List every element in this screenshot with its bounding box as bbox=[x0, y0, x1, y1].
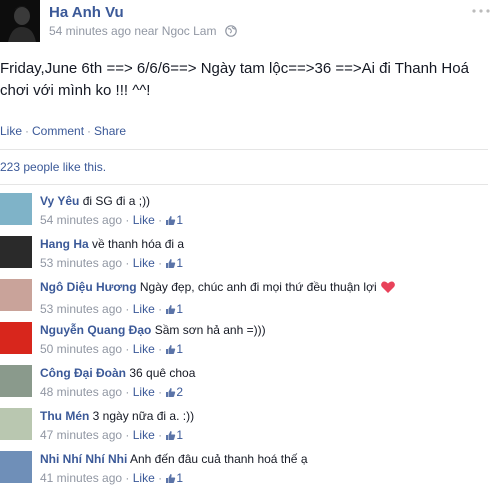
comment-meta: 50 minutes ago · Like · 1 bbox=[40, 340, 266, 361]
thumbs-up-icon bbox=[165, 213, 176, 232]
comment-link[interactable]: Comment bbox=[32, 124, 84, 138]
comment-meta: 53 minutes ago · Like · 1 bbox=[40, 254, 184, 275]
commenter-avatar[interactable] bbox=[0, 279, 32, 311]
commenter-name[interactable]: Ngô Diệu Hương bbox=[40, 280, 137, 294]
comment-like-link[interactable]: Like bbox=[133, 302, 155, 316]
thumbs-up-icon bbox=[165, 342, 176, 361]
comment-text: 3 ngày nữa đi a. :)) bbox=[92, 409, 195, 423]
comment-like-count[interactable]: 2 bbox=[176, 385, 183, 399]
commenter-name[interactable]: Hang Ha bbox=[40, 237, 89, 251]
comment-like-link[interactable]: Like bbox=[133, 342, 155, 356]
separator: · bbox=[87, 124, 92, 138]
comment-body: Hang Ha về thanh hóa đi a 53 minutes ago … bbox=[40, 235, 184, 275]
comment-text: Ngày đẹp, chúc anh đi mọi thứ đều thuận … bbox=[139, 280, 377, 294]
separator: · bbox=[25, 124, 30, 138]
comment-meta: 54 minutes ago · Like · 1 bbox=[40, 211, 183, 232]
comment-body: Nhi Nhí Nhí Nhi Anh đến đâu cuả thanh ho… bbox=[40, 450, 308, 490]
comment-meta: 47 minutes ago · Like · 1 bbox=[40, 426, 194, 447]
comment-like-link[interactable]: Like bbox=[133, 385, 155, 399]
commenter-avatar[interactable] bbox=[0, 193, 32, 225]
comment-text: đi SG đi a ;)) bbox=[82, 194, 151, 208]
comment-timestamp[interactable]: 50 minutes ago bbox=[40, 342, 122, 356]
comment-text: về thanh hóa đi a bbox=[92, 237, 185, 251]
commenter-avatar[interactable] bbox=[0, 322, 32, 354]
comment-body: Thu Mén 3 ngày nữa đi a. :)) 47 minutes a… bbox=[40, 407, 194, 447]
post-body-text: Friday,June 6th ==> 6/6/6==> Ngày tam lộ… bbox=[0, 60, 469, 99]
commenter-avatar[interactable] bbox=[0, 236, 32, 268]
commenter-name[interactable]: Nguyễn Quang Đạo bbox=[40, 323, 151, 337]
comment-timestamp[interactable]: 47 minutes ago bbox=[40, 428, 122, 442]
comment-timestamp[interactable]: 54 minutes ago bbox=[40, 213, 122, 227]
comment-item: Vy Yêu đi SG đi a ;)) 54 minutes ago · Li… bbox=[0, 190, 500, 230]
comment-like-count[interactable]: 1 bbox=[176, 471, 183, 485]
comment-item: Ngô Diệu Hương Ngày đẹp, chúc anh đi mọi… bbox=[0, 276, 500, 316]
comment-like-count[interactable]: 1 bbox=[176, 256, 183, 270]
near-label: near bbox=[134, 24, 159, 38]
comment-like-count[interactable]: 1 bbox=[176, 302, 183, 316]
comment-like-link[interactable]: Like bbox=[133, 256, 155, 270]
comment-item: Thu Mén 3 ngày nữa đi a. :)) 47 minutes a… bbox=[0, 405, 500, 445]
commenter-avatar[interactable] bbox=[0, 408, 32, 440]
comment-text: Sầm sơn hả anh =))) bbox=[154, 323, 266, 337]
heart-emoticon-icon bbox=[380, 280, 396, 300]
comment-body: Công Đại Đoàn 36 quê choa 48 minutes ago … bbox=[40, 364, 195, 404]
thumbs-up-icon bbox=[165, 385, 176, 404]
post-timestamp[interactable]: 54 minutes ago bbox=[49, 24, 131, 38]
comment-item: Hang Ha về thanh hóa đi a 53 minutes ago … bbox=[0, 233, 500, 273]
comment-like-count[interactable]: 1 bbox=[176, 428, 183, 442]
comment-text: 36 quê choa bbox=[129, 366, 196, 380]
comment-timestamp[interactable]: 48 minutes ago bbox=[40, 385, 122, 399]
comment-meta: 48 minutes ago · Like · 2 bbox=[40, 383, 195, 404]
comment-item: Công Đại Đoàn 36 quê choa 48 minutes ago … bbox=[0, 362, 500, 402]
comment-timestamp[interactable]: 41 minutes ago bbox=[40, 471, 122, 485]
post-header: Ha Anh Vu 54 minutes ago near Ngoc Lam bbox=[0, 0, 500, 48]
comment-timestamp[interactable]: 53 minutes ago bbox=[40, 256, 122, 270]
comment-like-link[interactable]: Like bbox=[133, 471, 155, 485]
commenter-avatar[interactable] bbox=[0, 365, 32, 397]
thumbs-up-icon bbox=[165, 471, 176, 490]
comment-item: Nguyễn Quang Đạo Sầm sơn hả anh =))) 50 m… bbox=[0, 319, 500, 359]
comment-like-count[interactable]: 1 bbox=[176, 213, 183, 227]
author-avatar[interactable] bbox=[0, 0, 40, 42]
thumbs-up-icon bbox=[165, 256, 176, 275]
comment-timestamp[interactable]: 53 minutes ago bbox=[40, 302, 122, 316]
comment-like-count[interactable]: 1 bbox=[176, 342, 183, 356]
commenter-name[interactable]: Vy Yêu bbox=[40, 194, 79, 208]
like-post-link[interactable]: Like bbox=[0, 124, 22, 138]
divider bbox=[0, 149, 488, 150]
globe-privacy-icon[interactable] bbox=[225, 25, 237, 40]
comment-body: Vy Yêu đi SG đi a ;)) 54 minutes ago · Li… bbox=[40, 192, 183, 232]
commenter-name[interactable]: Công Đại Đoàn bbox=[40, 366, 126, 380]
commenter-name[interactable]: Thu Mén bbox=[40, 409, 89, 423]
post-location[interactable]: Ngoc Lam bbox=[162, 24, 217, 38]
comment-text: Anh đến đâu cuả thanh hoá thế ạ bbox=[130, 452, 308, 466]
thumbs-up-icon bbox=[165, 428, 176, 447]
share-link[interactable]: Share bbox=[94, 124, 126, 138]
comment-meta: 53 minutes ago · Like · 1 bbox=[40, 300, 396, 321]
commenter-name[interactable]: Nhi Nhí Nhí Nhi bbox=[40, 452, 127, 466]
commenter-avatar[interactable] bbox=[0, 451, 32, 483]
post-author-name[interactable]: Ha Anh Vu bbox=[49, 4, 124, 21]
divider bbox=[0, 184, 488, 185]
comment-like-link[interactable]: Like bbox=[133, 213, 155, 227]
comment-item: Nhi Nhí Nhí Nhi Anh đến đâu cuả thanh ho… bbox=[0, 448, 500, 488]
comment-body: Ngô Diệu Hương Ngày đẹp, chúc anh đi mọi… bbox=[40, 278, 396, 321]
comment-like-link[interactable]: Like bbox=[133, 428, 155, 442]
post-meta: 54 minutes ago near Ngoc Lam bbox=[49, 24, 237, 40]
likes-summary[interactable]: 223 people like this. bbox=[0, 160, 106, 174]
comment-body: Nguyễn Quang Đạo Sầm sơn hả anh =))) 50 m… bbox=[40, 321, 266, 361]
post-actions: Like · Comment · Share bbox=[0, 124, 126, 138]
